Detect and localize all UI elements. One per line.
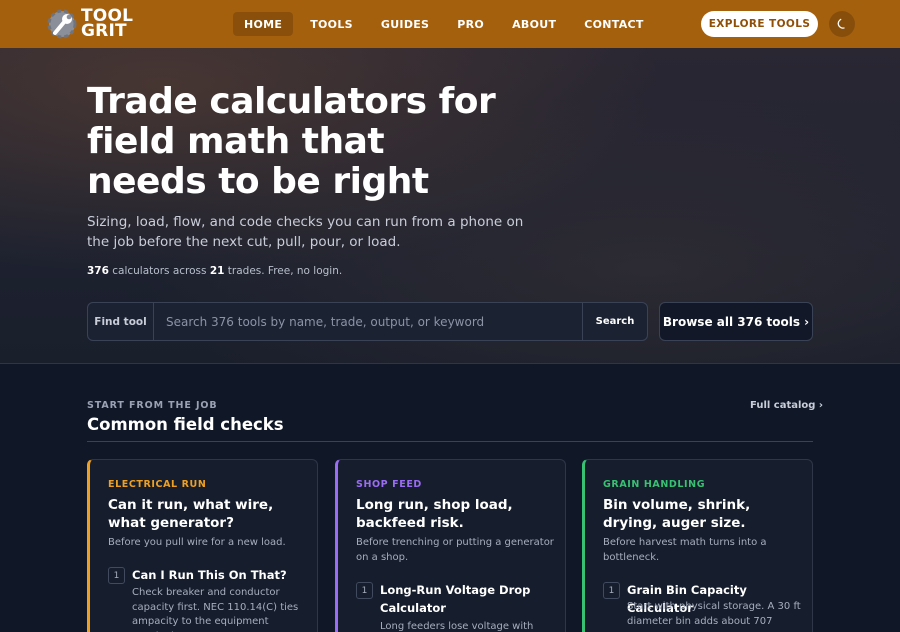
section-kicker: START FROM THE JOB xyxy=(87,400,218,411)
brand-logo[interactable]: TOOL GRIT xyxy=(46,8,133,40)
hero-stats-mid: calculators across xyxy=(108,265,210,277)
hero-stats-end: trades. Free, no login. xyxy=(224,265,343,277)
search-button[interactable]: Search xyxy=(582,303,647,340)
hero-stats: 376 calculators across 21 trades. Free, … xyxy=(87,265,342,277)
nav-home[interactable]: HOME xyxy=(233,12,294,36)
find-tool-label: Find tool xyxy=(88,303,154,340)
hero-subtitle: Sizing, load, flow, and code checks you … xyxy=(87,214,524,250)
tool-link-long-run-voltage-drop[interactable]: Long-Run Voltage Drop Calculator xyxy=(380,581,560,617)
card-grain-handling: GRAIN HANDLING Bin volume, shrink, dryin… xyxy=(582,459,813,632)
card-tag: ELECTRICAL RUN xyxy=(108,479,207,490)
card-shop-feed: SHOP FEED Long run, shop load, backfeed … xyxy=(335,459,566,632)
calculator-count: 376 xyxy=(87,265,109,277)
theme-toggle-button[interactable] xyxy=(829,11,855,37)
card-title[interactable]: Can it run, what wire, what generator? xyxy=(108,496,313,532)
tool-description: Check breaker and conductor capacity fir… xyxy=(132,587,299,632)
card-description: Before harvest math turns into a bottlen… xyxy=(603,537,767,563)
moon-icon xyxy=(837,18,845,29)
list-item-number: 1 xyxy=(603,582,620,599)
list-item-number: 1 xyxy=(356,582,373,599)
card-tag: SHOP FEED xyxy=(356,479,422,490)
tool-description: Long feeders lose voltage with xyxy=(380,621,534,632)
nav-pro[interactable]: PRO xyxy=(446,12,495,36)
card-title[interactable]: Bin volume, shrink, drying, auger size. xyxy=(603,496,808,532)
brand-name: TOOL GRIT xyxy=(81,8,133,41)
nav-guides[interactable]: GUIDES xyxy=(370,12,440,36)
nav-about[interactable]: ABOUT xyxy=(501,12,567,36)
full-catalog-link[interactable]: Full catalog › xyxy=(750,400,823,411)
nav-contact[interactable]: CONTACT xyxy=(573,12,654,36)
search-input[interactable] xyxy=(154,303,582,340)
hero-title: Trade calculators for field math that ne… xyxy=(87,81,496,202)
trade-count: 21 xyxy=(209,265,225,277)
card-description: Before trenching or putting a generator … xyxy=(356,537,554,563)
card-electrical-run: ELECTRICAL RUN Can it run, what wire, wh… xyxy=(87,459,318,632)
section-title: Common field checks xyxy=(87,415,284,434)
nav-tools[interactable]: TOOLS xyxy=(299,12,364,36)
top-navbar: TOOL GRIT HOME TOOLS GUIDES PRO ABOUT CO… xyxy=(0,0,900,48)
section-divider xyxy=(87,441,813,442)
tool-search-bar: Find tool Search xyxy=(87,302,648,341)
card-description: Before you pull wire for a new load. xyxy=(108,537,286,548)
wrench-gear-icon xyxy=(46,8,78,40)
explore-tools-button[interactable]: EXPLORE TOOLS xyxy=(701,11,818,37)
list-item-number: 1 xyxy=(108,567,125,584)
tool-link-can-i-run-this[interactable]: Can I Run This On That? xyxy=(132,566,312,584)
main-nav: HOME TOOLS GUIDES PRO ABOUT CONTACT xyxy=(233,12,661,36)
card-tag: GRAIN HANDLING xyxy=(603,479,706,490)
brand-line-2: GRIT xyxy=(81,21,127,41)
browse-all-tools-button[interactable]: Browse all 376 tools › xyxy=(659,302,813,341)
tool-description: Start with physical storage. A 30 ft dia… xyxy=(627,601,801,632)
card-title[interactable]: Long run, shop load, backfeed risk. xyxy=(356,496,561,532)
